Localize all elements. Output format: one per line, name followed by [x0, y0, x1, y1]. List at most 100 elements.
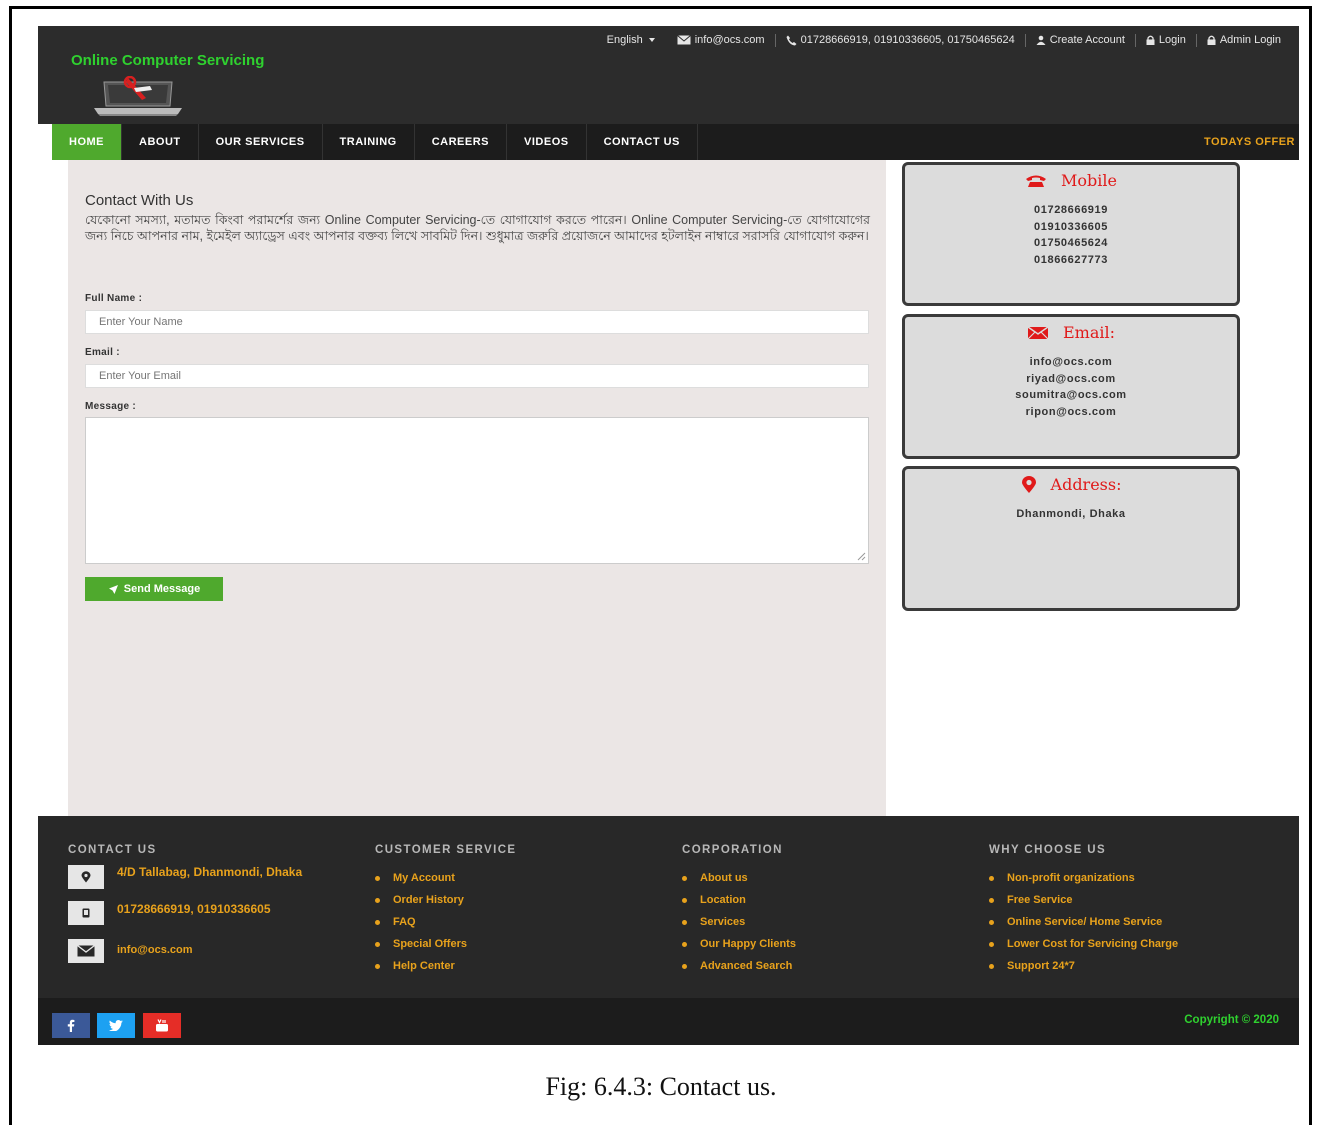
admin-login-label: Admin Login	[1219, 34, 1281, 46]
mobile-title: Mobile	[1061, 171, 1117, 190]
bullet-icon	[682, 875, 687, 881]
laptop-repair-logo[interactable]	[90, 76, 186, 118]
bullet-icon	[682, 919, 687, 925]
login-link[interactable]: Login	[1136, 34, 1196, 46]
topbar-phones: 01728666919, 01910336605, 01750465624	[776, 34, 1025, 46]
nav-item-training[interactable]: TRAINING	[323, 124, 415, 160]
footer-customer-service-heading: CUSTOMER SERVICE	[375, 844, 517, 856]
list-item[interactable]: Help Center	[375, 955, 516, 977]
top-bar: English info@ocs.com 01728666919, 019103…	[597, 30, 1281, 50]
list-item[interactable]: Services	[682, 911, 796, 933]
send-message-button[interactable]: Send Message	[85, 577, 223, 601]
message-label: Message :	[85, 401, 137, 412]
link-label: My Account	[393, 872, 455, 884]
list-item[interactable]: Special Offers	[375, 933, 516, 955]
bullet-icon	[682, 897, 687, 903]
message-textarea[interactable]	[85, 417, 869, 564]
nav-item-home[interactable]: HOME	[52, 124, 122, 160]
site-footer: CONTACT US 4/D Tallabag, Dhanmondi, Dhak…	[38, 816, 1299, 998]
admin-login-link[interactable]: Admin Login	[1197, 34, 1281, 46]
bullet-icon	[375, 875, 380, 881]
language-label: English	[606, 34, 643, 46]
link-label: Support 24*7	[1007, 960, 1075, 972]
list-item[interactable]: My Account	[375, 867, 516, 889]
email-info-box: Email: info@ocs.com riyad@ocs.com soumit…	[902, 314, 1240, 459]
nav-item-our-services[interactable]: OUR SERVICES	[199, 124, 323, 160]
fullname-label: Full Name :	[85, 293, 143, 304]
address-line: Dhanmondi, Dhaka	[1016, 508, 1126, 520]
list-item[interactable]: Free Service	[989, 889, 1178, 911]
footer-bottom-bar: Copyright © 2020	[38, 998, 1299, 1045]
topbar-email-text: info@ocs.com	[694, 34, 765, 46]
email-list: info@ocs.com riyad@ocs.com soumitra@ocs.…	[905, 354, 1237, 420]
site-header: English info@ocs.com 01728666919, 019103…	[38, 26, 1299, 124]
footer-contact-heading: CONTACT US	[68, 844, 157, 856]
link-label: Advanced Search	[700, 960, 793, 972]
bullet-icon	[989, 963, 994, 969]
footer-corporation-column: CORPORATION About us Location Services O…	[682, 844, 796, 977]
link-label: Order History	[393, 894, 464, 906]
footer-contact-column: CONTACT US 4/D Tallabag, Dhanmondi, Dhak…	[68, 844, 302, 963]
contact-description: যেকোনো সমস্যা, মতামত কিংবা পরামর্শের জন্…	[85, 213, 870, 243]
bullet-icon	[375, 919, 380, 925]
main-nav: HOME ABOUT OUR SERVICES TRAINING CAREERS…	[52, 124, 1299, 160]
list-item[interactable]: Location	[682, 889, 796, 911]
nav-item-contact-us[interactable]: CONTACT US	[587, 124, 698, 160]
footer-email-row: info@ocs.com	[68, 939, 302, 963]
footer-customer-service-column: CUSTOMER SERVICE My Account Order Histor…	[375, 844, 516, 977]
mobile-number: 01728666919	[1034, 204, 1108, 216]
link-label: Lower Cost for Servicing Charge	[1007, 938, 1179, 950]
language-selector[interactable]: English	[597, 34, 667, 46]
list-item[interactable]: Support 24*7	[989, 955, 1178, 977]
plane-icon	[108, 584, 118, 594]
list-item[interactable]: FAQ	[375, 911, 516, 933]
list-item[interactable]: Advanced Search	[682, 955, 796, 977]
topbar-email[interactable]: info@ocs.com	[667, 34, 775, 46]
facebook-icon[interactable]	[52, 1013, 90, 1038]
footer-email-text[interactable]: info@ocs.com	[117, 944, 193, 956]
link-label: Help Center	[393, 960, 455, 972]
list-item[interactable]: Our Happy Clients	[682, 933, 796, 955]
twitter-icon[interactable]	[97, 1013, 135, 1038]
email-input[interactable]	[85, 364, 869, 388]
phone-icon	[786, 35, 797, 45]
caret-down-icon	[648, 38, 655, 42]
email-address: ripon@ocs.com	[1025, 405, 1117, 418]
email-address: info@ocs.com	[1029, 356, 1113, 368]
mobile-number: 01750465624	[1034, 237, 1108, 249]
nav-item-about[interactable]: ABOUT	[122, 124, 199, 160]
bullet-icon	[375, 941, 380, 947]
envelope-icon	[676, 35, 691, 45]
copyright-text: Copyright © 2020	[1184, 1014, 1279, 1026]
website-screenshot: English info@ocs.com 01728666919, 019103…	[38, 26, 1299, 1045]
nav-item-videos[interactable]: VIDEOS	[507, 124, 587, 160]
youtube-icon[interactable]	[143, 1013, 181, 1038]
address-heading: Address:	[905, 475, 1237, 494]
email-address: riyad@ocs.com	[1026, 372, 1116, 385]
footer-address-text: 4/D Tallabag, Dhanmondi, Dhaka	[117, 865, 303, 879]
footer-phone-text: 01728666919, 01910336605	[117, 902, 271, 916]
list-item[interactable]: Order History	[375, 889, 516, 911]
list-item[interactable]: Non-profit organizations	[989, 867, 1178, 889]
fullname-input[interactable]	[85, 310, 869, 334]
nav-item-careers[interactable]: CAREERS	[415, 124, 508, 160]
link-label: Non-profit organizations	[1007, 872, 1135, 884]
email-address: soumitra@ocs.com	[1015, 389, 1127, 401]
list-item[interactable]: Lower Cost for Servicing Charge	[989, 933, 1178, 955]
todays-offer-link[interactable]: TODAYS OFFER	[1200, 124, 1299, 160]
brand-name[interactable]: Online Computer Servicing	[71, 52, 264, 69]
mobile-icon	[68, 901, 104, 925]
customer-service-list: My Account Order History FAQ Special Off…	[375, 867, 516, 977]
link-label: Our Happy Clients	[700, 938, 796, 950]
bullet-icon	[989, 897, 994, 903]
list-item[interactable]: About us	[682, 867, 796, 889]
create-account-link[interactable]: Create Account	[1026, 34, 1135, 46]
envelope-icon	[1027, 325, 1049, 339]
resize-grip-icon[interactable]	[857, 552, 866, 561]
address-title: Address:	[1050, 475, 1122, 494]
bullet-icon	[989, 875, 994, 881]
mobile-info-box: Mobile 01728666919 01910336605 017504656…	[902, 162, 1240, 306]
list-item[interactable]: Online Service/ Home Service	[989, 911, 1178, 933]
contact-title: Contact With Us	[85, 192, 194, 209]
contact-section: Contact With Us যেকোনো সমস্যা, মতামত কিং…	[68, 160, 886, 816]
